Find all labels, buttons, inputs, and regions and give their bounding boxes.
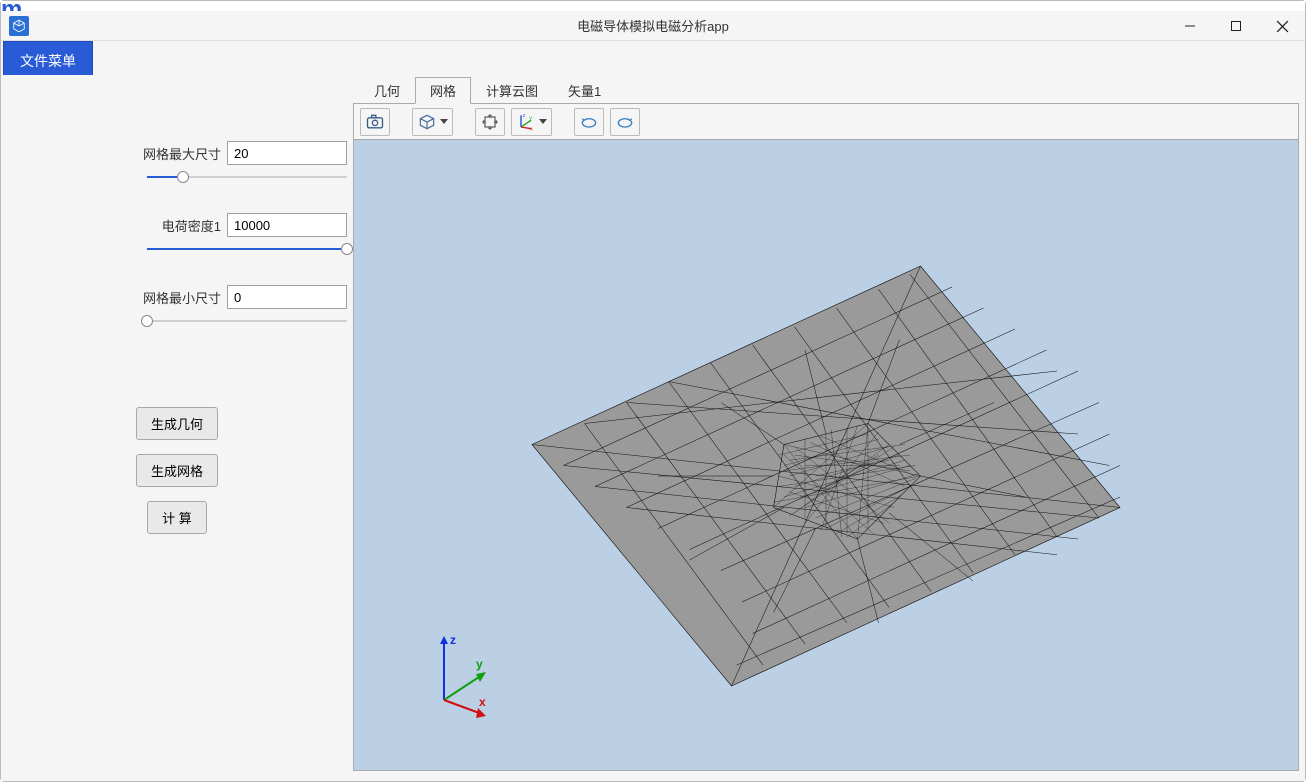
close-button[interactable] (1259, 11, 1305, 41)
charge-density-row: 电荷密度1 (47, 213, 347, 237)
charge-density-slider[interactable] (147, 241, 347, 257)
mesh-min-row: 网格最小尺寸 (47, 285, 347, 309)
mesh-max-label: 网格最大尺寸 (143, 144, 221, 163)
tab-contour[interactable]: 计算云图 (471, 77, 553, 103)
viewport-toolbar: z y x (354, 104, 1298, 140)
axis-orientation-button[interactable]: z y x (511, 108, 552, 136)
3d-viewport[interactable]: z y x (354, 140, 1298, 770)
rotate-right-button[interactable] (610, 108, 640, 136)
generate-mesh-button[interactable]: 生成网格 (136, 454, 218, 487)
mesh-max-row: 网格最大尺寸 (47, 141, 347, 165)
charge-density-input[interactable] (227, 213, 347, 237)
chevron-down-icon (539, 119, 547, 124)
view-cube-button[interactable] (412, 108, 453, 136)
view-cube-icon (417, 112, 437, 132)
right-panel: 几何 网格 计算云图 矢量1 (353, 81, 1299, 771)
rotate-left-button[interactable] (574, 108, 604, 136)
svg-text:y: y (529, 115, 532, 121)
tab-vector[interactable]: 矢量1 (553, 77, 616, 103)
axis-orientation-icon: z y x (516, 112, 536, 132)
mesh-min-slider[interactable] (147, 313, 347, 329)
tab-geometry[interactable]: 几何 (359, 77, 415, 103)
tab-mesh[interactable]: 网格 (415, 77, 471, 104)
svg-text:x: x (530, 126, 533, 132)
minimize-button[interactable] (1167, 11, 1213, 41)
mesh-min-label: 网格最小尺寸 (143, 288, 221, 307)
snapshot-button[interactable] (360, 108, 390, 136)
window-title: 电磁导体模拟电磁分析app (577, 16, 729, 35)
body-area: 网格最大尺寸 电荷密度1 网格最小尺寸 (1, 75, 1305, 781)
left-panel: 网格最大尺寸 电荷密度1 网格最小尺寸 (7, 81, 347, 771)
mesh-max-input[interactable] (227, 141, 347, 165)
maximize-icon (1230, 20, 1242, 32)
logo-hint: m (1, 1, 23, 11)
cube-icon (12, 19, 26, 33)
slider-thumb-icon[interactable] (141, 315, 153, 327)
generate-geometry-button[interactable]: 生成几何 (136, 407, 218, 440)
minimize-icon (1184, 20, 1196, 32)
compute-button[interactable]: 计 算 (147, 501, 207, 534)
titlebar: 电磁导体模拟电磁分析app (1, 11, 1305, 41)
viewport-tabs: 几何 网格 计算云图 矢量1 (353, 81, 1299, 103)
axis-z-label: z (450, 633, 456, 647)
slider-thumb-icon[interactable] (177, 171, 189, 183)
top-strip: m (1, 1, 1305, 11)
svg-text:z: z (523, 113, 526, 119)
app-icon (9, 16, 29, 36)
menubar: 文件菜单 (1, 41, 1305, 75)
camera-icon (365, 112, 385, 132)
viewport-container: z y x (353, 103, 1299, 771)
zoom-extents-button[interactable] (475, 108, 505, 136)
close-icon (1276, 20, 1289, 33)
mesh-max-slider[interactable] (147, 169, 347, 185)
axis-x-label: x (479, 695, 486, 709)
slider-thumb-icon[interactable] (341, 243, 353, 255)
action-buttons: 生成几何 生成网格 计 算 (136, 407, 218, 534)
window-controls (1167, 11, 1305, 41)
maximize-button[interactable] (1213, 11, 1259, 41)
rotate-left-icon (579, 112, 599, 132)
chevron-down-icon (440, 119, 448, 124)
axis-triad: z y x (424, 630, 514, 720)
app-window: m 电磁导体模拟电磁分析app 文件菜单 网格 (0, 0, 1306, 782)
rotate-right-icon (615, 112, 635, 132)
zoom-extents-icon (480, 112, 500, 132)
mesh-min-input[interactable] (227, 285, 347, 309)
charge-density-label: 电荷密度1 (162, 216, 221, 235)
axis-y-label: y (476, 657, 483, 671)
